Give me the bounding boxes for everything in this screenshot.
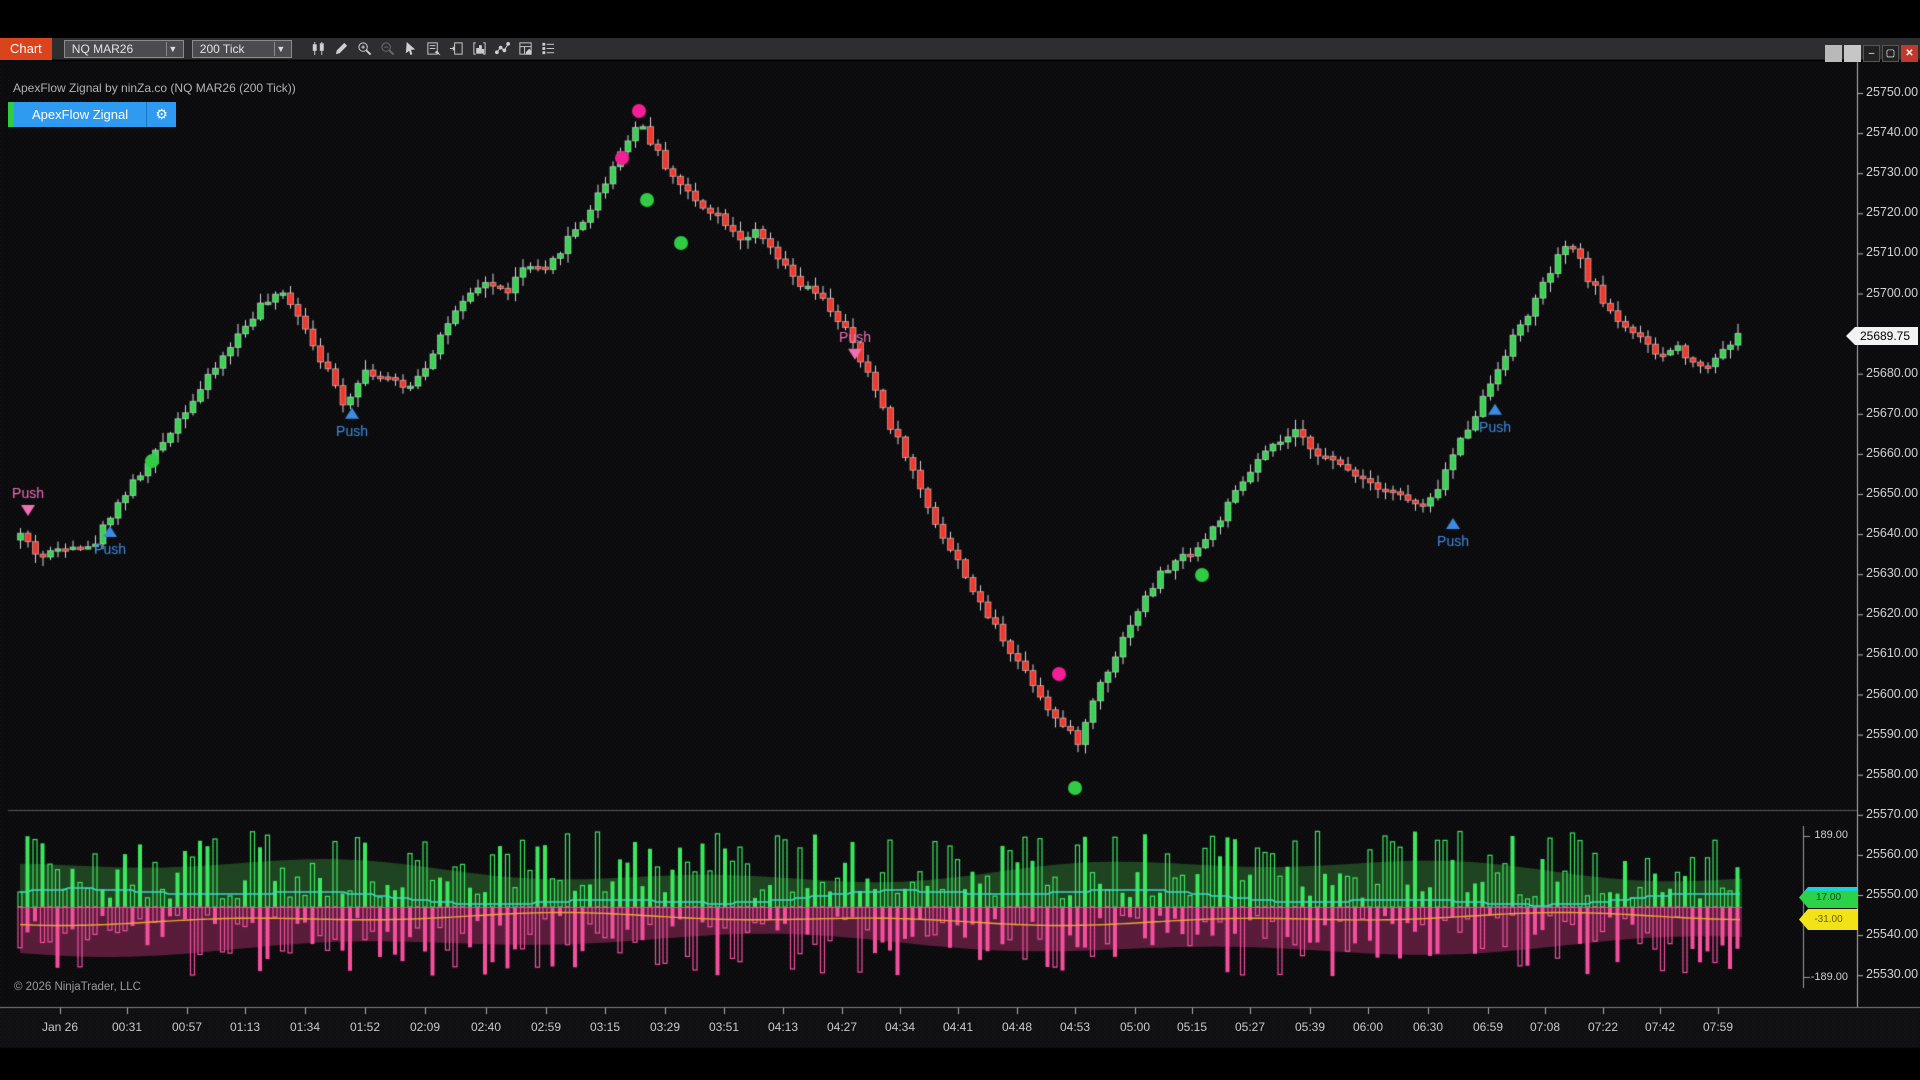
time-tick-label: 04:53: [1060, 1020, 1090, 1034]
time-tick-label: 01:13: [230, 1020, 260, 1034]
time-tick-label: 07:22: [1588, 1020, 1618, 1034]
time-tick-label: 07:42: [1645, 1020, 1675, 1034]
flow-positive-badge: 17.00: [1799, 887, 1858, 908]
price-tick-label: 25580.00: [1866, 767, 1918, 781]
time-tick-label: Jan 26: [42, 1020, 78, 1034]
price-tick-label: 25590.00: [1866, 727, 1918, 741]
time-tick-label: 04:27: [827, 1020, 857, 1034]
price-tick-label: 25670.00: [1866, 406, 1918, 420]
time-tick-label: 05:00: [1120, 1020, 1150, 1034]
interval-value: 200 Tick: [200, 42, 268, 56]
last-price-badge: 25689.75: [1846, 327, 1918, 345]
time-tick-label: 03:51: [709, 1020, 739, 1034]
price-tick-label: 25600.00: [1866, 687, 1918, 701]
instrument-select[interactable]: NQ MAR26 ▼: [64, 40, 184, 58]
price-tick-label: 25610.00: [1866, 646, 1918, 660]
price-tick-label: 25720.00: [1866, 205, 1918, 219]
time-tick-label: 04:41: [943, 1020, 973, 1034]
price-tick-label: 25570.00: [1866, 807, 1918, 821]
chevron-down-icon: ▼: [274, 42, 287, 56]
close-button[interactable]: ✕: [1901, 45, 1918, 62]
price-tick-label: 25540.00: [1866, 927, 1918, 941]
price-tick-label: 25700.00: [1866, 286, 1918, 300]
indicator-axis-min-label: -189.00: [1808, 971, 1848, 983]
copyright-text: © 2026 NinjaTrader, LLC: [14, 981, 141, 993]
data-box-icon[interactable]: [425, 40, 443, 58]
line-nodes-icon[interactable]: [494, 40, 512, 58]
time-tick-label: 03:15: [590, 1020, 620, 1034]
panel-link-icon[interactable]: [448, 40, 466, 58]
chart-plot-area[interactable]: [0, 0, 1920, 1080]
price-tick-label: 25620.00: [1866, 606, 1918, 620]
time-tick-label: 02:40: [471, 1020, 501, 1034]
minimize-button[interactable]: –: [1863, 45, 1880, 62]
price-tick-label: 25730.00: [1866, 165, 1918, 179]
chevron-down-icon: ▼: [166, 42, 179, 56]
price-tick-label: 25630.00: [1866, 566, 1918, 580]
price-tick-label: 25710.00: [1866, 245, 1918, 259]
time-tick-label: 07:08: [1530, 1020, 1560, 1034]
pin-window-button[interactable]: [1825, 45, 1842, 62]
apexflow-button-label: ApexFlow Zignal: [14, 102, 146, 127]
interval-select[interactable]: 200 Tick ▼: [192, 40, 292, 58]
price-tick-label: 25560.00: [1866, 847, 1918, 861]
instrument-value: NQ MAR26: [72, 42, 160, 56]
time-tick-label: 05:15: [1177, 1020, 1207, 1034]
time-tick-label: 00:57: [172, 1020, 202, 1034]
zoom-out-icon[interactable]: [379, 40, 397, 58]
price-tick-label: 25650.00: [1866, 486, 1918, 500]
flow-negative-badge: -31.00: [1799, 909, 1858, 930]
price-tick-label: 25680.00: [1866, 366, 1918, 380]
time-tick-label: 01:34: [290, 1020, 320, 1034]
indicator-axis-max-label: 189.00: [1808, 829, 1848, 841]
indicator-chart-icon[interactable]: [471, 40, 489, 58]
zoom-in-icon[interactable]: [356, 40, 374, 58]
chart-toolbar: Chart NQ MAR26 ▼ 200 Tick ▼: [0, 38, 1920, 60]
chart-tab[interactable]: Chart: [0, 38, 52, 60]
time-tick-label: 02:59: [531, 1020, 561, 1034]
cursor-icon[interactable]: [402, 40, 420, 58]
pencil-icon[interactable]: [333, 40, 351, 58]
time-tick-label: 04:48: [1002, 1020, 1032, 1034]
ninjatrader-chart-window: Chart NQ MAR26 ▼ 200 Tick ▼: [0, 0, 1920, 1080]
price-tick-label: 25660.00: [1866, 446, 1918, 460]
toolbar-icons: [310, 40, 558, 58]
candlestick-chart-icon[interactable]: [310, 40, 328, 58]
price-tick-label: 25750.00: [1866, 85, 1918, 99]
time-tick-label: 00:31: [112, 1020, 142, 1034]
time-tick-label: 06:00: [1353, 1020, 1383, 1034]
window-controls: – ▢ ✕: [1825, 45, 1918, 62]
price-tick-label: 25740.00: [1866, 125, 1918, 139]
time-tick-label: 05:39: [1295, 1020, 1325, 1034]
chart-title: ApexFlow Zignal by ninZa.co (NQ MAR26 (2…: [13, 81, 296, 95]
checklist-icon[interactable]: [540, 40, 558, 58]
maximize-button[interactable]: ▢: [1882, 45, 1899, 62]
time-tick-label: 05:27: [1235, 1020, 1265, 1034]
time-tick-label: 06:59: [1473, 1020, 1503, 1034]
gear-icon[interactable]: ⚙: [146, 102, 176, 127]
apexflow-indicator-button[interactable]: ApexFlow Zignal ⚙: [8, 102, 176, 127]
time-tick-label: 02:09: [410, 1020, 440, 1034]
time-tick-label: 01:52: [350, 1020, 380, 1034]
strategy-grid-icon[interactable]: [517, 40, 535, 58]
time-tick-label: 06:30: [1413, 1020, 1443, 1034]
time-tick-label: 04:34: [885, 1020, 915, 1034]
time-tick-label: 03:29: [650, 1020, 680, 1034]
layout-window-button[interactable]: [1844, 45, 1861, 62]
time-tick-label: 07:59: [1703, 1020, 1733, 1034]
time-tick-label: 04:13: [768, 1020, 798, 1034]
price-tick-label: 25640.00: [1866, 526, 1918, 540]
price-tick-label: 25530.00: [1866, 967, 1918, 981]
price-tick-label: 25550.00: [1866, 887, 1918, 901]
